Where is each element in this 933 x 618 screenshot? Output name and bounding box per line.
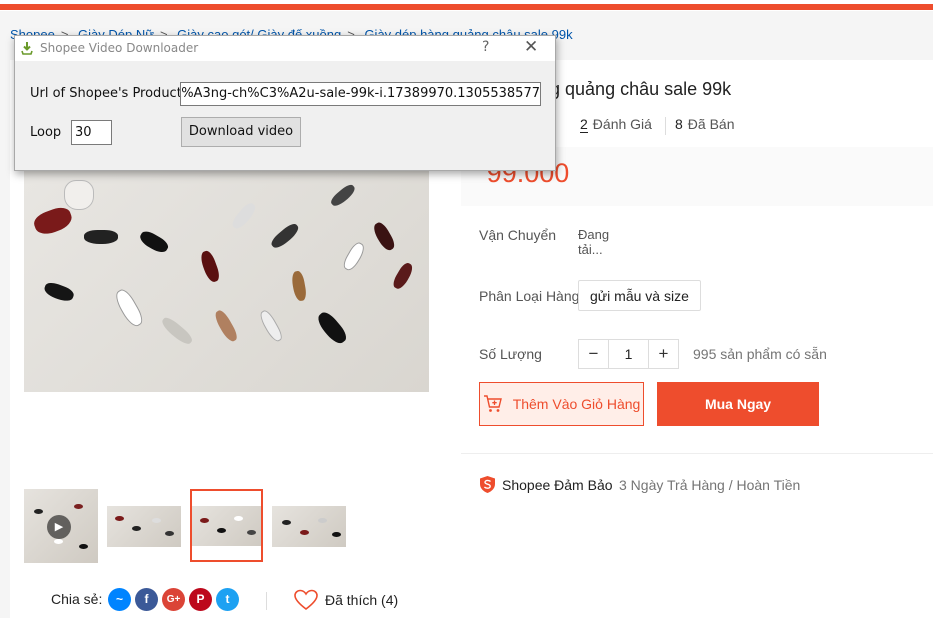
help-button[interactable]: ? <box>482 39 489 55</box>
facebook-icon[interactable]: f <box>135 588 158 611</box>
quantity-increase-button[interactable]: + <box>649 340 678 368</box>
product-url-value: ...n-h%C3%A0ng-qu%E1%BA%A3ng-ch%C3%A2u-s… <box>181 86 540 101</box>
cart-icon <box>483 395 502 412</box>
share-label: Chia sẻ: <box>51 591 103 607</box>
rating-label: Đánh Giá <box>592 116 652 132</box>
divider <box>266 592 267 610</box>
top-header-bar <box>0 0 933 11</box>
quantity-input[interactable]: 1 <box>608 340 649 368</box>
quantity-stepper: − 1 + <box>578 339 679 369</box>
close-button[interactable]: ✕ <box>524 37 538 57</box>
shopee-guarantee[interactable]: Shopee Đảm Bảo <box>479 475 613 494</box>
google-plus-icon[interactable]: G+ <box>162 588 185 611</box>
downloader-app-icon <box>21 42 33 55</box>
thumbnail-image[interactable] <box>272 506 346 547</box>
variant-label: Phân Loại Hàng <box>479 288 580 304</box>
shield-icon <box>480 476 495 493</box>
quantity-label: Số Lượng <box>479 346 542 362</box>
dialog-title: Shopee Video Downloader <box>40 41 199 55</box>
sold-count: 8 <box>675 116 683 132</box>
guarantee-label: Shopee Đảm Bảo <box>502 476 613 493</box>
sold-label: Đã Bán <box>687 116 735 132</box>
divider <box>461 453 933 454</box>
quantity-decrease-button[interactable]: − <box>579 340 608 368</box>
rating-summary[interactable]: 2 Đánh Giá <box>580 116 652 133</box>
sold-summary: 8 Đã Bán <box>675 116 735 132</box>
stock-text: 995 sản phẩm có sẵn <box>693 346 827 362</box>
play-icon[interactable]: ▶ <box>47 515 71 539</box>
return-policy: 3 Ngày Trả Hàng / Hoàn Tiền <box>619 477 801 493</box>
pinterest-icon[interactable]: P <box>189 588 212 611</box>
thumbnail-selected-frame <box>190 489 263 562</box>
loop-label: Loop <box>30 125 62 140</box>
variant-option[interactable]: gửi mẫu và size <box>578 280 701 311</box>
liked-count: Đã thích (4) <box>325 592 399 608</box>
divider <box>665 117 666 135</box>
thumbnail-image[interactable] <box>107 506 181 547</box>
add-to-cart-label: Thêm Vào Giỏ Hàng <box>512 396 641 412</box>
add-to-cart-button[interactable]: Thêm Vào Giỏ Hàng <box>479 382 644 426</box>
twitter-icon[interactable]: t <box>216 588 239 611</box>
product-main-image[interactable] <box>24 170 429 392</box>
heart-icon[interactable] <box>294 589 318 611</box>
dialog-titlebar[interactable]: Shopee Video Downloader ? ✕ <box>15 36 555 61</box>
product-url-input[interactable]: ...n-h%C3%A0ng-qu%E1%BA%A3ng-ch%C3%A2u-s… <box>180 82 541 106</box>
shipping-value: Đang tải... <box>578 227 610 257</box>
buy-now-button[interactable]: Mua Ngay <box>657 382 819 426</box>
brand-stripe <box>0 4 933 10</box>
shipping-label: Vận Chuyển <box>479 227 557 243</box>
product-title: ng quảng châu sale 99k <box>540 79 732 99</box>
url-label: Url of Shopee's Product <box>30 86 182 101</box>
download-video-button[interactable]: Download video <box>181 117 301 147</box>
messenger-icon[interactable]: ~ <box>108 588 131 611</box>
loop-input[interactable]: 30 <box>71 120 112 145</box>
rating-count: 2 <box>580 116 588 133</box>
downloader-dialog: Shopee Video Downloader ? ✕ Url of Shope… <box>14 35 556 171</box>
